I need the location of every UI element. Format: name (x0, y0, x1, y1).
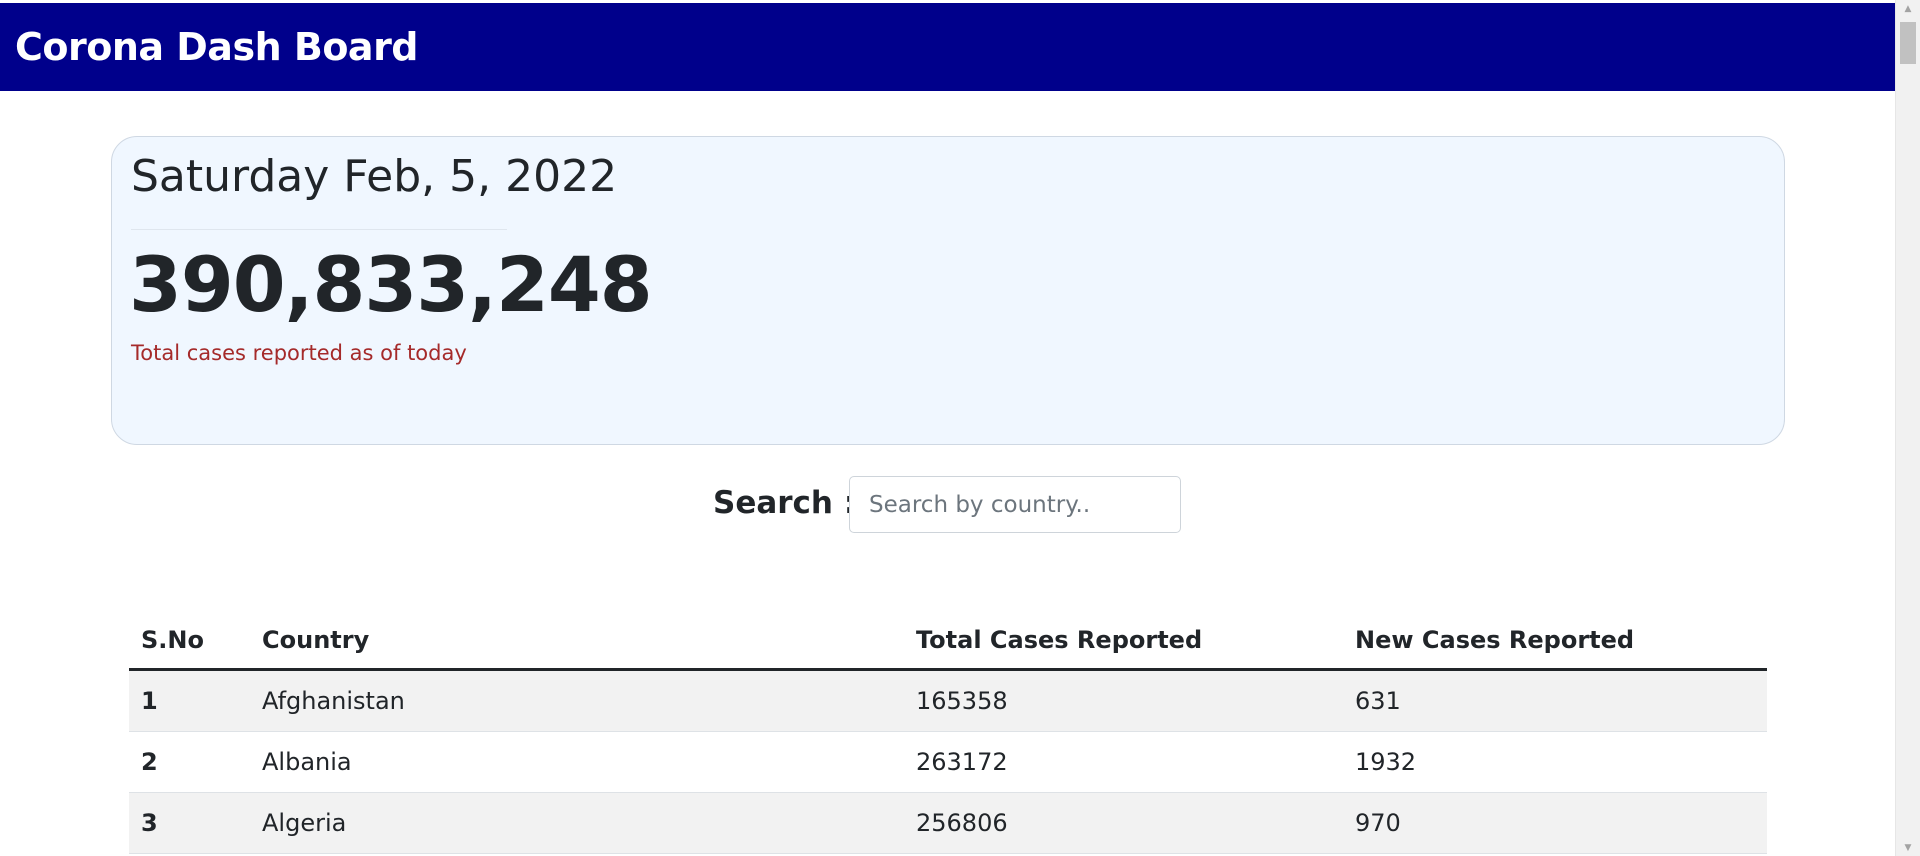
cases-table: S.No Country Total Cases Reported New Ca… (129, 612, 1767, 854)
triangle-down-icon[interactable]: ▼ (1896, 839, 1920, 856)
search-row: Search : (0, 476, 1895, 534)
cell-country: Algeria (250, 792, 904, 854)
header-sno: S.No (129, 612, 250, 671)
table-row: 1 Afghanistan 165358 631 (129, 669, 1767, 732)
cell-new-cases: 631 (1343, 669, 1767, 732)
table-row: 2 Albania 263172 1932 (129, 731, 1767, 793)
header-total-cases: Total Cases Reported (904, 612, 1343, 671)
cell-total-cases: 165358 (904, 669, 1343, 732)
summary-divider (131, 229, 507, 230)
cell-new-cases: 970 (1343, 792, 1767, 854)
header-new-cases: New Cases Reported (1343, 612, 1767, 671)
cell-country: Afghanistan (250, 669, 904, 732)
cell-new-cases: 1932 (1343, 731, 1767, 793)
scroll-thumb[interactable] (1900, 22, 1916, 64)
cell-sno: 3 (129, 792, 250, 854)
cell-country: Albania (250, 731, 904, 793)
cell-sno: 2 (129, 731, 250, 793)
vertical-scrollbar[interactable]: ▲ ▼ (1895, 0, 1920, 856)
page: Corona Dash Board Saturday Feb, 5, 2022 … (0, 0, 1920, 856)
header-country: Country (250, 612, 904, 671)
table-row: 3 Algeria 256806 970 (129, 792, 1767, 854)
total-cases-count: 390,833,248 (129, 240, 653, 329)
cell-total-cases: 256806 (904, 792, 1343, 854)
search-input[interactable] (849, 476, 1181, 533)
navbar: Corona Dash Board (0, 3, 1895, 91)
summary-panel: Saturday Feb, 5, 2022 390,833,248 Total … (111, 136, 1785, 445)
current-date: Saturday Feb, 5, 2022 (131, 151, 618, 202)
cell-total-cases: 263172 (904, 731, 1343, 793)
brand-title[interactable]: Corona Dash Board (15, 25, 419, 69)
total-cases-caption: Total cases reported as of today (131, 341, 467, 365)
cell-sno: 1 (129, 669, 250, 732)
triangle-up-icon[interactable]: ▲ (1896, 0, 1920, 17)
search-label: Search : (713, 485, 857, 521)
table-header-row: S.No Country Total Cases Reported New Ca… (129, 612, 1767, 671)
